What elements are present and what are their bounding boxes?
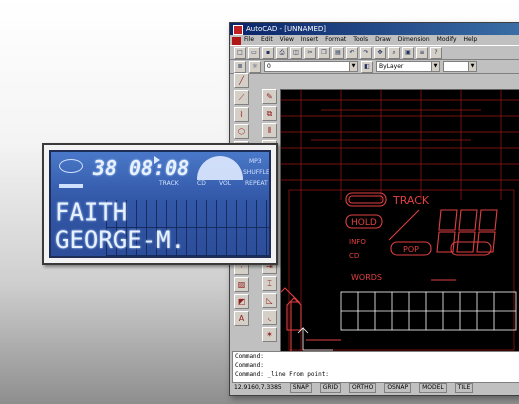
properties-icon[interactable]: ≡ [416, 46, 428, 59]
osnap-toggle[interactable]: OSNAP [384, 383, 412, 393]
cad-drawing: TRACK HOLD INFO CD POP WORDS [281, 90, 519, 358]
drawing-label-words: WORDS [351, 273, 382, 282]
window-title: AutoCAD - [UNNAMED] [246, 25, 326, 33]
preview-icon[interactable]: ◫ [290, 46, 302, 59]
explode-icon[interactable]: ✶ [262, 327, 277, 342]
lcd-label-mp3: MP3 [249, 158, 262, 165]
model-toggle[interactable]: MODEL [419, 383, 447, 393]
open-icon[interactable]: ▭ [248, 46, 260, 59]
standard-toolbar: □ ▭ ▪ ⎙ ◫ ✂ ❐ ▤ ↶ ↷ ✥ ⌕ ▣ ≡ ? [230, 45, 519, 60]
title-bar[interactable]: AutoCAD - [UNNAMED] [230, 23, 519, 35]
color-dropdown[interactable]: ByLayer ▼ [376, 61, 440, 72]
zoom-icon[interactable]: ⌕ [388, 46, 400, 59]
break-icon[interactable]: ⌶ [262, 276, 277, 291]
layer-value: 0 [267, 63, 271, 70]
drawing-label-cd: CD [349, 252, 359, 260]
document-menu-icon[interactable] [232, 37, 241, 45]
menu-file[interactable]: File [244, 35, 254, 45]
print-icon[interactable]: ⎙ [276, 46, 288, 59]
zoom-window-icon[interactable]: ▣ [402, 46, 414, 59]
command-line: Command: [235, 362, 264, 369]
drawing-canvas[interactable]: TRACK HOLD INFO CD POP WORDS [280, 89, 519, 359]
linetype-dropdown[interactable]: ▼ [443, 61, 477, 72]
lcd-label-vol: VOL [219, 180, 232, 187]
layer-state-icon[interactable]: ☼ [249, 60, 261, 73]
drawing-label-hold: HOLD [351, 218, 377, 228]
line-tool-icon[interactable]: ╱ [234, 73, 249, 88]
mirror-icon[interactable]: ⫴ [262, 123, 277, 138]
chamfer-icon[interactable]: ◺ [262, 293, 277, 308]
menu-format[interactable]: Format [325, 35, 346, 45]
construction-line-icon[interactable]: ⟋ [234, 90, 249, 105]
object-properties-toolbar: ≣ ☼ 0 ▼ ◧ ByLayer ▼ ▼ [230, 60, 519, 74]
menu-edit[interactable]: Edit [261, 35, 273, 45]
pan-icon[interactable]: ✥ [374, 46, 386, 59]
lcd-screen: 38 08:08 TRACK CD MP3 SHUFFLE REPEAT VOL… [49, 150, 271, 258]
menu-draw[interactable]: Draw [375, 35, 391, 45]
menu-help[interactable]: Help [464, 35, 478, 45]
menu-bar: File Edit View Insert Format Tools Draw … [230, 35, 519, 45]
command-window[interactable]: Command: Command: Command: _line From po… [232, 351, 519, 383]
grid-toggle[interactable]: GRID [319, 383, 341, 393]
lcd-label-cd: CD [197, 180, 206, 187]
volume-arc-icon [197, 156, 243, 180]
lcd-track-number: 38 [93, 156, 118, 180]
snap-toggle[interactable]: SNAP [289, 383, 312, 393]
command-prompt[interactable]: Command: _line From point: [235, 370, 519, 379]
undo-icon[interactable]: ↶ [346, 46, 358, 59]
lcd-time: 08:08 [129, 156, 190, 180]
chevron-down-icon[interactable]: ▼ [468, 62, 476, 71]
lcd-text-line-1: FAITH [55, 197, 128, 227]
autocad-app-icon[interactable] [233, 25, 243, 35]
help-icon[interactable]: ? [430, 46, 442, 59]
hatch-icon[interactable]: ▨ [234, 277, 249, 292]
menu-modify[interactable]: Modify [437, 35, 457, 45]
menu-dimension[interactable]: Dimension [398, 35, 430, 45]
lcd-label-track: TRACK [159, 180, 179, 187]
menu-insert[interactable]: Insert [301, 35, 318, 45]
color-value: ByLayer [379, 63, 404, 70]
ortho-toggle[interactable]: ORTHO [348, 383, 377, 393]
lcd-text-line-2: GEORGE-M. [55, 226, 186, 254]
command-line: Command: [235, 353, 264, 360]
status-bar: 12.9160,7.3385 SNAP GRID ORTHO OSNAP MOD… [232, 383, 519, 393]
save-icon[interactable]: ▪ [262, 46, 274, 59]
lcd-label-shuffle: SHUFFLE [243, 169, 270, 176]
polygon-icon[interactable]: ⬡ [234, 124, 249, 139]
drawing-label-info: INFO [349, 238, 366, 246]
chevron-down-icon[interactable]: ▼ [349, 62, 357, 71]
lcd-display-panel: 38 08:08 TRACK CD MP3 SHUFFLE REPEAT VOL… [42, 143, 278, 265]
copy-object-icon[interactable]: ⧉ [262, 106, 277, 121]
menu-view[interactable]: View [280, 35, 294, 45]
tile-toggle[interactable]: TILE [454, 383, 474, 393]
new-icon[interactable]: □ [234, 46, 246, 59]
erase-icon[interactable]: ✎ [262, 89, 277, 104]
disc-icon [59, 159, 83, 173]
lcd-label-repeat: REPEAT [245, 180, 268, 187]
paste-icon[interactable]: ▤ [332, 46, 344, 59]
cut-icon[interactable]: ✂ [304, 46, 316, 59]
drawing-label-pop: POP [403, 245, 419, 254]
drawing-label-track: TRACK [392, 194, 430, 207]
layers-icon[interactable]: ≣ [234, 60, 246, 73]
copy-icon[interactable]: ❐ [318, 46, 330, 59]
polyline-icon[interactable]: ⌇ [234, 107, 249, 122]
chevron-down-icon[interactable]: ▼ [431, 62, 439, 71]
redo-icon[interactable]: ↷ [360, 46, 372, 59]
multiline-text-icon[interactable]: A [234, 311, 249, 326]
menu-tools[interactable]: Tools [353, 35, 368, 45]
make-current-icon[interactable]: ◧ [361, 60, 373, 73]
level-bar [59, 184, 83, 188]
fillet-icon[interactable]: ◟ [262, 310, 277, 325]
layer-dropdown[interactable]: 0 ▼ [264, 61, 358, 72]
region-icon[interactable]: ◩ [234, 294, 249, 309]
coordinate-readout: 12.9160,7.3385 [234, 384, 282, 391]
